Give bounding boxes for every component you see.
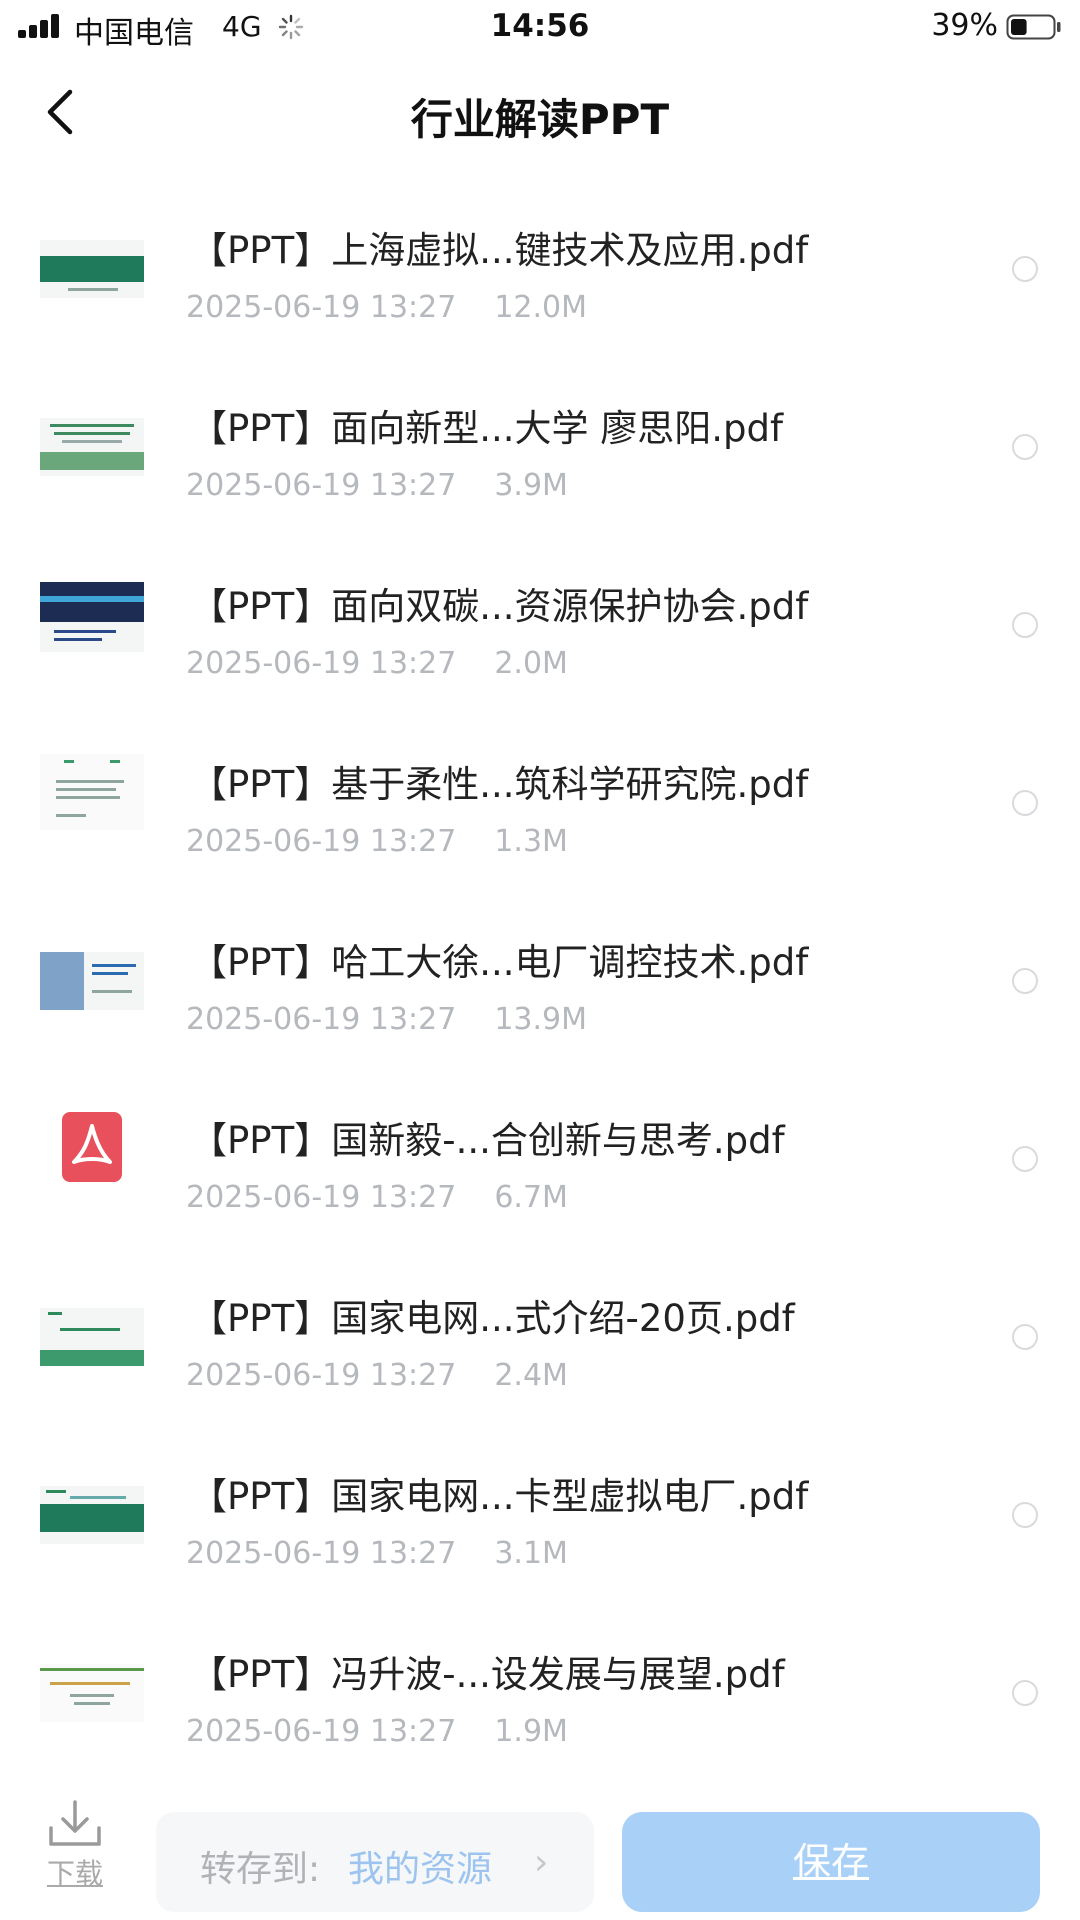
file-name: 【PPT】冯升波-...设发展与展望.pdf: [190, 1653, 785, 1696]
file-size: 2.4M: [494, 1358, 568, 1393]
file-row[interactable]: 【PPT】国家电网...式介绍-20页.pdf 2025-06-19 13:27…: [0, 1246, 1080, 1424]
file-name: 【PPT】国家电网...式介绍-20页.pdf: [190, 1297, 795, 1340]
file-name: 【PPT】哈工大徐...电厂调控技术.pdf: [190, 941, 809, 984]
file-row[interactable]: 【PPT】上海虚拟...键技术及应用.pdf 2025-06-19 13:27 1…: [0, 178, 1080, 356]
file-date: 2025-06-19 13:27: [186, 1714, 457, 1749]
file-thumbnail: [40, 1486, 144, 1544]
status-bar: 中国电信 4G 14:56 39%: [0, 0, 1080, 56]
file-thumbnail: [40, 1308, 144, 1366]
file-row[interactable]: 【PPT】哈工大徐...电厂调控技术.pdf 2025-06-19 13:27 1…: [0, 890, 1080, 1068]
file-thumbnail: [40, 418, 144, 476]
file-name: 【PPT】基于柔性...筑科学研究院.pdf: [190, 763, 809, 806]
file-date: 2025-06-19 13:27: [186, 468, 457, 503]
save-to-target: 我的资源: [348, 1849, 493, 1890]
file-size: 2.0M: [494, 646, 568, 681]
download-label: 下载: [46, 1857, 103, 1890]
file-date: 2025-06-19 13:27: [186, 646, 457, 681]
file-row[interactable]: 【PPT】面向双碳...资源保护协会.pdf 2025-06-19 13:27 2…: [0, 534, 1080, 712]
file-meta: 2025-06-19 13:27 1.3M: [186, 824, 568, 859]
file-size: 12.0M: [494, 290, 588, 325]
file-row[interactable]: 【PPT】国家电网...卡型虚拟电厂.pdf 2025-06-19 13:27 3…: [0, 1424, 1080, 1602]
select-radio[interactable]: [1012, 790, 1038, 816]
file-date: 2025-06-19 13:27: [186, 1180, 457, 1215]
file-meta: 2025-06-19 13:27 1.9M: [186, 1714, 568, 1749]
select-radio[interactable]: [1012, 612, 1038, 638]
chevron-right-icon: ›: [534, 1842, 549, 1883]
file-date: 2025-06-19 13:27: [186, 1536, 457, 1571]
select-radio[interactable]: [1012, 256, 1038, 282]
file-meta: 2025-06-19 13:27 3.9M: [186, 468, 568, 503]
file-thumbnail: [40, 754, 144, 830]
save-button[interactable]: 保存: [622, 1812, 1040, 1912]
file-list: 【PPT】上海虚拟...键技术及应用.pdf 2025-06-19 13:27 1…: [0, 178, 1080, 1780]
page-title: 行业解读PPT: [410, 95, 670, 144]
save-to-selector[interactable]: 转存到: 我的资源 ›: [156, 1812, 594, 1912]
file-size: 1.9M: [494, 1714, 568, 1749]
file-date: 2025-06-19 13:27: [186, 290, 457, 325]
file-thumbnail: [40, 1664, 144, 1722]
file-size: 6.7M: [494, 1180, 568, 1215]
pdf-file-icon: [62, 1112, 122, 1182]
file-thumbnail: [40, 582, 144, 652]
file-date: 2025-06-19 13:27: [186, 1002, 457, 1037]
file-meta: 2025-06-19 13:27 2.0M: [186, 646, 568, 681]
select-radio[interactable]: [1012, 1146, 1038, 1172]
file-size: 13.9M: [494, 1002, 588, 1037]
file-thumbnail: [40, 952, 144, 1010]
file-meta: 2025-06-19 13:27 2.4M: [186, 1358, 568, 1393]
select-radio[interactable]: [1012, 1680, 1038, 1706]
download-button[interactable]: 下载: [40, 1798, 110, 1908]
file-row[interactable]: 【PPT】基于柔性...筑科学研究院.pdf 2025-06-19 13:27 1…: [0, 712, 1080, 890]
file-thumbnail: [40, 240, 144, 298]
nav-bar: 行业解读PPT: [0, 56, 1080, 166]
file-meta: 2025-06-19 13:27 13.9M: [186, 1002, 587, 1037]
file-row[interactable]: 【PPT】面向新型...大学 廖思阳.pdf 2025-06-19 13:27 3…: [0, 356, 1080, 534]
file-meta: 2025-06-19 13:27 3.1M: [186, 1536, 568, 1571]
battery-percent: 39%: [931, 8, 998, 43]
file-size: 3.9M: [494, 468, 568, 503]
select-radio[interactable]: [1012, 1324, 1038, 1350]
select-radio[interactable]: [1012, 434, 1038, 460]
select-radio[interactable]: [1012, 1502, 1038, 1528]
clock: 14:56: [490, 8, 590, 44]
file-size: 1.3M: [494, 824, 568, 859]
file-meta: 2025-06-19 13:27 12.0M: [186, 290, 587, 325]
select-radio[interactable]: [1012, 968, 1038, 994]
file-row[interactable]: 【PPT】国新毅-...合创新与思考.pdf 2025-06-19 13:27 6…: [0, 1068, 1080, 1246]
file-meta: 2025-06-19 13:27 6.7M: [186, 1180, 568, 1215]
file-name: 【PPT】面向双碳...资源保护协会.pdf: [190, 585, 809, 628]
download-icon: [49, 1800, 101, 1846]
file-name: 【PPT】面向新型...大学 廖思阳.pdf: [190, 407, 784, 450]
battery-icon: [1006, 14, 1061, 40]
save-to-label: 转存到:: [200, 1849, 321, 1890]
file-size: 3.1M: [494, 1536, 568, 1571]
file-date: 2025-06-19 13:27: [186, 824, 457, 859]
file-row[interactable]: 【PPT】冯升波-...设发展与展望.pdf 2025-06-19 13:27 1…: [0, 1602, 1080, 1780]
file-name: 【PPT】国新毅-...合创新与思考.pdf: [190, 1119, 785, 1162]
file-date: 2025-06-19 13:27: [186, 1358, 457, 1393]
file-name: 【PPT】上海虚拟...键技术及应用.pdf: [190, 229, 809, 272]
bottom-action-bar: 下载 转存到: 我的资源 › 保存: [0, 1798, 1080, 1920]
file-name: 【PPT】国家电网...卡型虚拟电厂.pdf: [190, 1475, 809, 1518]
